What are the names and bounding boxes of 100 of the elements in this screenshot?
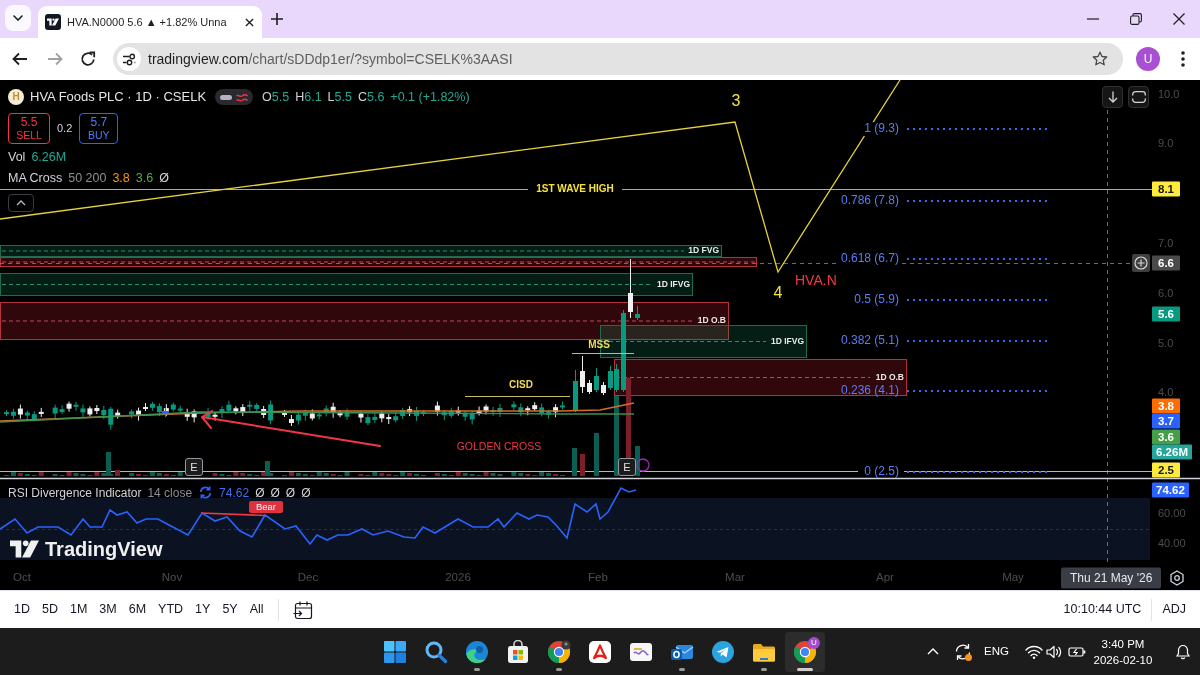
adjust-button[interactable]: ADJ — [1156, 595, 1192, 624]
tab-search-button[interactable] — [5, 5, 31, 31]
range-button[interactable]: 1Y — [189, 595, 217, 624]
price-tick: 4.0 — [1158, 385, 1174, 399]
chart-logo-icon — [10, 538, 39, 560]
fullscreen-button[interactable] — [1128, 86, 1149, 108]
address-field[interactable]: tradingview.com/chart/sDDdp1er/?symbol=CSELK%3AASI — [113, 43, 1123, 75]
time-tick: Oct — [13, 571, 31, 585]
range-button[interactable]: YTD — [152, 595, 190, 624]
divergence-line — [200, 512, 266, 517]
battery-icon[interactable] — [1068, 644, 1086, 659]
price-change: +0.1 (+1.82%) — [390, 88, 470, 106]
scroll-down-button[interactable] — [1102, 86, 1123, 108]
collapse-legend-button[interactable] — [8, 194, 34, 212]
star-icon — [1092, 51, 1108, 67]
range-button[interactable]: 3M — [93, 595, 123, 624]
timezone-button[interactable]: 10:10:44 UTC — [1057, 595, 1148, 624]
event-circle-icon — [636, 458, 650, 472]
price-label: 3.7 — [1152, 413, 1180, 429]
indicator-value: Ø — [285, 484, 296, 502]
price-tick: 40.00 — [1158, 536, 1186, 550]
symbol-title: HVA Foods PLC · 1D · CSELK — [30, 88, 207, 107]
price-label: 3.8 — [1152, 398, 1180, 414]
fib-level-label: 0.5 (5.9) — [854, 293, 899, 307]
range-button[interactable]: 1D — [8, 595, 36, 624]
indicator-value: Ø — [301, 484, 311, 502]
ohlc-value: O5.5 — [262, 88, 290, 106]
tune-icon — [122, 52, 136, 66]
tab-title: HVA.N0000 5.6 ▲ +1.82% Unna — [67, 14, 227, 30]
swirl-logo-icon — [465, 639, 489, 664]
plus-icon — [271, 13, 283, 25]
indicator-name: MA Cross — [8, 169, 63, 187]
fib-level-label: 1 (9.3) — [864, 122, 899, 136]
range-button[interactable]: 5Y — [216, 595, 244, 624]
time-tick: 2026 — [445, 571, 471, 585]
add-alert-button[interactable] — [1132, 254, 1150, 272]
price-tick: 5.0 — [1158, 336, 1174, 350]
fib-level-label: 0.786 (7.8) — [840, 194, 899, 208]
search-icon — [424, 639, 448, 664]
wave-icon — [236, 92, 249, 102]
range-button[interactable]: 6M — [122, 595, 153, 624]
fullscreen-icon — [1131, 91, 1146, 103]
speaker-icon[interactable] — [1046, 644, 1062, 659]
price-tick: 7.0 — [1158, 236, 1174, 250]
profile-badge: U — [808, 636, 820, 649]
reload-icon — [80, 51, 96, 67]
wifi-icon[interactable] — [1025, 644, 1043, 659]
crosshair-date-label: Thu 21 May '26 — [1061, 567, 1162, 588]
range-button[interactable]: 5D — [36, 595, 64, 624]
forward-arrow-icon — [47, 52, 63, 66]
show-hidden-icons-button[interactable] — [927, 648, 940, 655]
range-button[interactable]: 1M — [63, 595, 94, 624]
time-tick: Dec — [297, 571, 319, 585]
language-indicator[interactable]: ENG — [984, 642, 1009, 661]
zone-label: 1D O.B — [697, 316, 726, 326]
buy-button[interactable]: 5.7 BUY — [79, 113, 119, 144]
wave-label: 3 — [731, 91, 741, 111]
taskbar-app-button[interactable]: U — [785, 631, 825, 672]
bell-icon[interactable] — [1175, 643, 1191, 660]
price-label: 74.62 — [1152, 482, 1189, 498]
indicator-value: 3.8 — [112, 169, 130, 187]
back-arrow-icon — [12, 52, 28, 66]
chart-logo-icon — [45, 14, 61, 30]
profile-button[interactable]: U — [1136, 47, 1160, 71]
sell-button[interactable]: 5.5 SELL — [8, 113, 50, 144]
clock-date[interactable]: 2026-02-10 — [1093, 651, 1153, 668]
indicator-value: 74.62 — [219, 484, 250, 502]
round-logo-icon — [793, 639, 817, 664]
close-icon — [1172, 13, 1185, 25]
zone-label: 1D O.B — [875, 372, 904, 383]
time-tick: Feb — [588, 571, 608, 585]
zone-label: 1D FVG — [688, 246, 719, 256]
chevron-up-icon — [927, 648, 940, 655]
price-tick: 10.0 — [1158, 87, 1180, 101]
time-tick: Nov — [161, 571, 183, 585]
wave-label: 4 — [773, 283, 783, 303]
browser-tab[interactable]: HVA.N0000 5.6 ▲ +1.82% Unna — [38, 6, 262, 38]
time-tick: Mar — [725, 571, 745, 585]
site-settings-button[interactable] — [117, 47, 141, 71]
kebab-menu-icon — [1181, 51, 1185, 67]
price-label: 6.26M — [1152, 444, 1192, 460]
price-tick: 9.0 — [1158, 136, 1174, 150]
symbol-logo: H — [8, 89, 24, 105]
range-button[interactable]: All — [243, 595, 270, 624]
sync-icon[interactable] — [953, 641, 974, 662]
time-tick: Apr — [876, 571, 894, 585]
chart-settings-button[interactable] — [1168, 569, 1186, 587]
ohlc-value: H6.1 — [295, 88, 322, 106]
clock-time[interactable]: 3:40 PM — [1101, 635, 1145, 652]
start-icon — [383, 639, 407, 664]
symbol-tag: HVA.N — [795, 271, 837, 289]
chevron-down-icon — [13, 15, 23, 21]
circle-plus-icon — [1134, 256, 1148, 270]
shopping-bag-icon — [506, 639, 530, 664]
arrow-down-icon — [1107, 91, 1118, 103]
minimize-icon — [1086, 18, 1099, 20]
price-label: 5.6 — [1152, 306, 1180, 322]
ohlc-value: C5.6 — [357, 88, 385, 106]
settings-icon — [1169, 570, 1185, 586]
indicator-status-pill[interactable] — [215, 89, 254, 105]
